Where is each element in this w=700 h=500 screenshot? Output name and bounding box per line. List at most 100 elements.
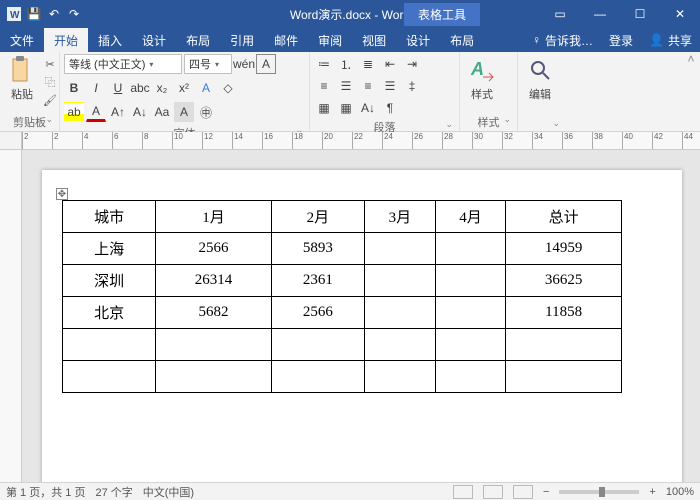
- table-row[interactable]: 上海2566589314959: [63, 233, 622, 265]
- ribbon-options-icon[interactable]: ▭: [540, 0, 580, 28]
- clear-format-icon[interactable]: ◇: [218, 78, 238, 98]
- table-cell[interactable]: 26314: [156, 265, 272, 297]
- tell-me[interactable]: ♀ 告诉我…: [524, 28, 601, 52]
- table-cell[interactable]: [506, 329, 622, 361]
- line-spacing-icon[interactable]: ‡: [402, 76, 422, 96]
- tab-视图[interactable]: 视图: [352, 28, 396, 52]
- borders-icon[interactable]: ▦: [336, 98, 356, 118]
- table-cell[interactable]: [506, 361, 622, 393]
- table-cell[interactable]: [365, 233, 436, 265]
- table-row[interactable]: [63, 361, 622, 393]
- shrink-font-icon[interactable]: A↓: [130, 102, 150, 122]
- table-cell[interactable]: 2361: [271, 265, 364, 297]
- underline-icon[interactable]: U: [108, 78, 128, 98]
- char-shading-icon[interactable]: A: [174, 102, 194, 122]
- table-cell[interactable]: [435, 233, 506, 265]
- change-case-icon[interactable]: Aa: [152, 102, 172, 122]
- read-mode-icon[interactable]: [453, 485, 473, 499]
- tab-邮件[interactable]: 邮件: [264, 28, 308, 52]
- table-cell[interactable]: [365, 361, 436, 393]
- undo-icon[interactable]: ↶: [46, 6, 62, 22]
- tab-审阅[interactable]: 审阅: [308, 28, 352, 52]
- editing-button[interactable]: 编辑: [522, 54, 558, 104]
- font-name-combo[interactable]: 等线 (中文正文)▾: [64, 54, 182, 74]
- minimize-icon[interactable]: ―: [580, 0, 620, 28]
- cut-icon[interactable]: ✂: [42, 56, 58, 72]
- share-button[interactable]: 👤 共享: [641, 28, 700, 52]
- paste-button[interactable]: 粘贴: [4, 54, 40, 104]
- increase-indent-icon[interactable]: ⇥: [402, 54, 422, 74]
- grow-font-icon[interactable]: A↑: [108, 102, 128, 122]
- table-cell[interactable]: 2566: [271, 297, 364, 329]
- bold-icon[interactable]: B: [64, 78, 84, 98]
- collapse-ribbon-icon[interactable]: ˄: [682, 52, 700, 131]
- table-header-cell[interactable]: 1月: [156, 201, 272, 233]
- save-icon[interactable]: 💾: [26, 6, 42, 22]
- tab-布局[interactable]: 布局: [176, 28, 220, 52]
- table-cell[interactable]: [156, 329, 272, 361]
- tab-设计[interactable]: 设计: [132, 28, 176, 52]
- shading-icon[interactable]: ▦: [314, 98, 334, 118]
- table-cell[interactable]: [271, 361, 364, 393]
- print-layout-icon[interactable]: [483, 485, 503, 499]
- text-effects-icon[interactable]: A: [196, 78, 216, 98]
- table-cell[interactable]: [156, 361, 272, 393]
- font-size-combo[interactable]: 四号▾: [184, 54, 232, 74]
- justify-icon[interactable]: ☰: [380, 76, 400, 96]
- align-left-icon[interactable]: ≡: [314, 76, 334, 96]
- table-cell[interactable]: [63, 361, 156, 393]
- phonetic-guide-icon[interactable]: wén: [234, 54, 254, 74]
- align-right-icon[interactable]: ≡: [358, 76, 378, 96]
- table-cell[interactable]: [435, 297, 506, 329]
- tab-开始[interactable]: 开始: [44, 28, 88, 52]
- zoom-slider[interactable]: [559, 490, 639, 494]
- page-count[interactable]: 第 1 页，共 1 页: [6, 484, 85, 500]
- table-cell[interactable]: 上海: [63, 233, 156, 265]
- tab-插入[interactable]: 插入: [88, 28, 132, 52]
- format-painter-icon[interactable]: 🖌: [42, 92, 58, 108]
- table-cell[interactable]: 5682: [156, 297, 272, 329]
- table-cell[interactable]: [63, 329, 156, 361]
- table-cell[interactable]: 14959: [506, 233, 622, 265]
- table-cell[interactable]: 2566: [156, 233, 272, 265]
- subscript-icon[interactable]: x₂: [152, 78, 172, 98]
- table-cell[interactable]: 36625: [506, 265, 622, 297]
- table-cell[interactable]: [365, 265, 436, 297]
- table-row[interactable]: 北京5682256611858: [63, 297, 622, 329]
- table-move-handle-icon[interactable]: ✥: [56, 188, 68, 200]
- word-count[interactable]: 27 个字: [95, 484, 132, 500]
- table-cell[interactable]: [435, 265, 506, 297]
- strikethrough-icon[interactable]: abc: [130, 78, 150, 98]
- multilevel-icon[interactable]: ≣: [358, 54, 378, 74]
- tab-布局[interactable]: 布局: [440, 28, 484, 52]
- table-header-cell[interactable]: 4月: [435, 201, 506, 233]
- highlight-icon[interactable]: ab: [64, 102, 84, 122]
- zoom-level[interactable]: 100%: [666, 486, 694, 498]
- zoom-in-icon[interactable]: +: [649, 486, 655, 498]
- numbering-icon[interactable]: ⒈: [336, 54, 356, 74]
- vertical-ruler[interactable]: [0, 150, 22, 482]
- table-header-row[interactable]: 城市1月2月3月4月总计: [63, 201, 622, 233]
- table-cell[interactable]: 北京: [63, 297, 156, 329]
- table-header-cell[interactable]: 城市: [63, 201, 156, 233]
- document-table[interactable]: 城市1月2月3月4月总计 上海2566589314959深圳2631423613…: [62, 200, 622, 393]
- zoom-out-icon[interactable]: −: [543, 486, 549, 498]
- bullets-icon[interactable]: ≔: [314, 54, 334, 74]
- close-icon[interactable]: ✕: [660, 0, 700, 28]
- tab-文件[interactable]: 文件: [0, 28, 44, 52]
- sort-icon[interactable]: A↓: [358, 98, 378, 118]
- font-color-icon[interactable]: A: [86, 102, 106, 122]
- show-marks-icon[interactable]: ¶: [380, 98, 400, 118]
- table-cell[interactable]: [365, 329, 436, 361]
- table-cell[interactable]: [435, 361, 506, 393]
- superscript-icon[interactable]: x²: [174, 78, 194, 98]
- redo-icon[interactable]: ↷: [66, 6, 82, 22]
- maximize-icon[interactable]: ☐: [620, 0, 660, 28]
- decrease-indent-icon[interactable]: ⇤: [380, 54, 400, 74]
- table-cell[interactable]: [435, 329, 506, 361]
- table-row[interactable]: [63, 329, 622, 361]
- char-border-icon[interactable]: A: [256, 54, 276, 74]
- web-layout-icon[interactable]: [513, 485, 533, 499]
- enclose-char-icon[interactable]: ㊥: [196, 102, 216, 122]
- login-button[interactable]: 登录: [601, 28, 641, 52]
